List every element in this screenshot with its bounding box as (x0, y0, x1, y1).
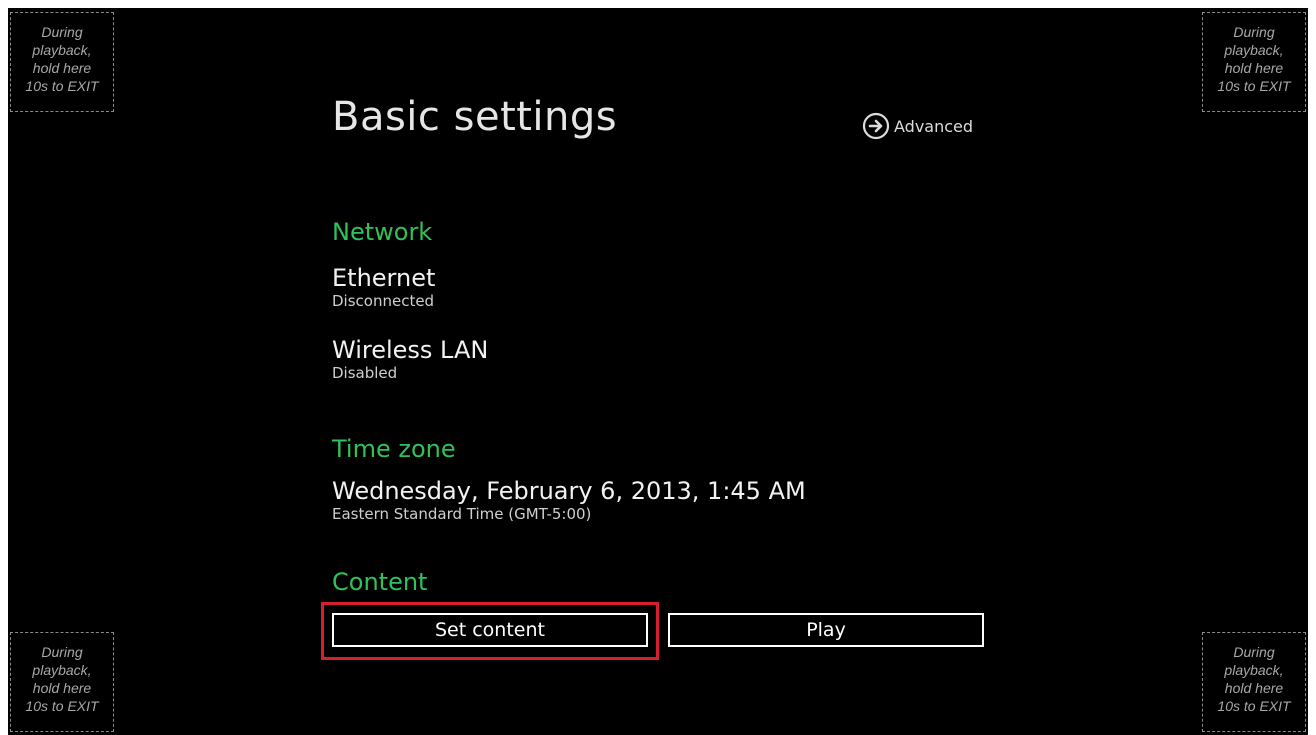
exit-hint-line: hold here (1224, 60, 1284, 76)
time-zone-section-label: Time zone (332, 435, 456, 463)
wireless-lan-setting[interactable]: Wireless LAN Disabled (332, 336, 488, 382)
advanced-label: Advanced (894, 116, 974, 136)
exit-hint-line: hold here (32, 60, 92, 76)
ethernet-status: Disconnected (332, 292, 435, 310)
page-title: Basic settings (332, 94, 618, 140)
exit-hint-line: 10s to EXIT (25, 78, 99, 94)
play-button[interactable]: Play (668, 613, 984, 647)
advanced-button[interactable]: Advanced (862, 112, 973, 140)
current-datetime: Wednesday, February 6, 2013, 1:45 AM (332, 477, 806, 505)
exit-hint-line: playback, (32, 42, 92, 58)
settings-screen: During playback, hold here 10s to EXIT D… (8, 8, 1308, 735)
exit-hint-line: playback, (1224, 662, 1284, 678)
content-section-label: Content (332, 568, 428, 596)
exit-hint-line: hold here (32, 680, 92, 696)
ethernet-name: Ethernet (332, 264, 436, 292)
exit-hint-line: During (1233, 24, 1275, 40)
exit-hint-top-left[interactable]: During playback, hold here 10s to EXIT (10, 12, 114, 112)
exit-hint-top-right[interactable]: During playback, hold here 10s to EXIT (1202, 12, 1306, 112)
network-section-label: Network (332, 218, 433, 246)
ethernet-setting[interactable]: Ethernet Disconnected (332, 264, 435, 310)
exit-hint-bottom-right[interactable]: During playback, hold here 10s to EXIT (1202, 632, 1306, 732)
wireless-lan-name: Wireless LAN (332, 336, 489, 364)
arrow-right-circle-icon (862, 112, 890, 140)
exit-hint-line: 10s to EXIT (25, 698, 99, 714)
exit-hint-line: During (1233, 644, 1275, 660)
exit-hint-bottom-left[interactable]: During playback, hold here 10s to EXIT (10, 632, 114, 732)
exit-hint-line: 10s to EXIT (1217, 698, 1291, 714)
time-zone-setting[interactable]: Wednesday, February 6, 2013, 1:45 AM Eas… (332, 477, 806, 523)
time-zone-name: Eastern Standard Time (GMT-5:00) (332, 505, 592, 523)
exit-hint-line: playback, (1224, 42, 1284, 58)
exit-hint-line: 10s to EXIT (1217, 78, 1291, 94)
exit-hint-line: During (41, 644, 83, 660)
set-content-button[interactable]: Set content (332, 613, 648, 647)
exit-hint-line: playback, (32, 662, 92, 678)
exit-hint-line: During (41, 24, 83, 40)
exit-hint-line: hold here (1224, 680, 1284, 696)
wireless-lan-status: Disabled (332, 364, 398, 382)
